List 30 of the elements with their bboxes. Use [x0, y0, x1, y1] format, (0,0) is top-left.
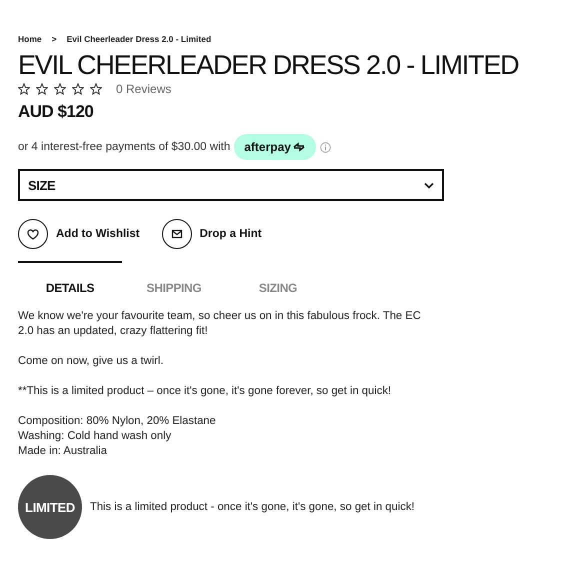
info-icon: [320, 142, 331, 152]
installment-text: or 4 interest-free payments of $30.00 with: [18, 141, 230, 153]
action-button[interactable]: Add to Wishlist: [18, 219, 140, 249]
action-button[interactable]: Drop a Hint: [162, 219, 262, 249]
price: AUD $120: [18, 102, 94, 122]
tab[interactable]: SIZING: [226, 261, 330, 305]
description-text: **This is a limited product – once it's gone, it's gone forever, so get in quick!: [18, 384, 392, 399]
breadcrumb-separator: >: [52, 34, 57, 44]
description-text: Washing: Cold hand wash only: [18, 429, 172, 444]
star-icon: [18, 83, 30, 95]
tab[interactable]: SHIPPING: [122, 261, 226, 305]
description-text: We know we're your favourite team, so cheer us on in this fabulous frock. The EC 2.0 has an updated, crazy flattering fit!: [18, 309, 422, 339]
description-text: Composition: 80% Nylon, 20% Elastane: [18, 414, 217, 429]
breadcrumb-link[interactable]: Home: [18, 34, 42, 44]
limited-note: This is a limited product - once it's gone, it's gone, so get in quick!: [90, 501, 415, 513]
reviews-link[interactable]: 0 Reviews: [116, 82, 172, 96]
size-dropdown[interactable]: SIZE: [18, 169, 444, 201]
afterpay-badge: afterpay: [234, 134, 316, 160]
loop-arrow-icon: [292, 142, 306, 152]
description-text: Made in: Australia: [18, 444, 108, 459]
tab[interactable]: DETAILS: [18, 261, 122, 305]
star-icon: [90, 83, 102, 95]
star-icon: [72, 83, 84, 95]
star-icon: [36, 83, 48, 95]
star-icon: [54, 83, 66, 95]
limited-badge: LIMITED: [18, 475, 82, 539]
description-text: Come on now, give us a twirl.: [18, 354, 165, 369]
product-title: EVIL CHEERLEADER DRESS 2.0 - LIMITED: [18, 50, 520, 80]
breadcrumb-current: Evil Cheerleader Dress 2.0 - Limited: [66, 34, 212, 44]
chevron-down-icon: [424, 182, 434, 188]
